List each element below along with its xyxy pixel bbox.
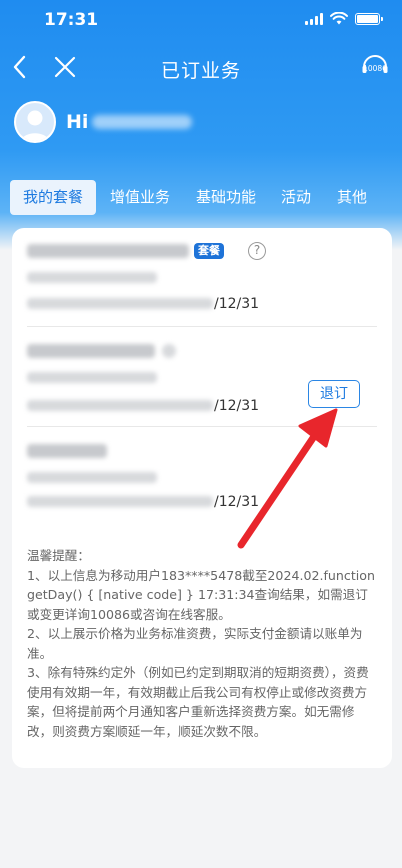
tab-value-added[interactable]: 增值业务: [104, 180, 176, 215]
blurred-detail: [27, 298, 213, 309]
status-time: 17:31: [44, 10, 99, 30]
cellular-signal-icon: [305, 12, 323, 25]
customer-service-10086-icon[interactable]: 10086: [360, 51, 390, 81]
expiry-date: /12/31: [214, 296, 260, 312]
wifi-icon: [330, 12, 348, 25]
blurred-user-name: [92, 115, 193, 129]
blurred-detail: [27, 400, 213, 411]
battery-icon: [355, 12, 383, 25]
expiry-date: /12/31: [214, 398, 260, 414]
unsubscribe-button[interactable]: 退订: [308, 380, 360, 408]
tab-basic-functions[interactable]: 基础功能: [190, 180, 262, 215]
reminder-line: 1、以上信息为移动用户183****5478截至2024.02.function…: [27, 567, 375, 622]
blurred-package-name: [27, 344, 155, 358]
blurred-detail: [27, 496, 213, 507]
blurred-package-name: [27, 444, 107, 458]
category-tabs: 我的套餐 增值业务 基础功能 活动 其他: [10, 180, 392, 216]
expiry-date: /12/31: [214, 494, 260, 510]
status-icons: [305, 12, 383, 25]
reminder-line: 2、以上展示价格为业务标准资费，实际支付金额请以账单为准。: [27, 626, 363, 661]
subscriptions-card: 套餐 ? /12/31 /12/31 退订 /12/31 温馨提醒： 1、以上信…: [12, 228, 392, 768]
tab-my-package[interactable]: 我的套餐: [10, 180, 96, 215]
service-number-label: 10086: [363, 64, 387, 73]
divider: [27, 326, 377, 327]
blurred-help-icon: [162, 344, 176, 358]
page-title: 已订业务: [160, 60, 241, 82]
blurred-package-name: [27, 244, 189, 258]
blurred-detail: [27, 472, 157, 483]
user-info: Hi: [14, 100, 193, 144]
divider: [27, 426, 377, 427]
avatar[interactable]: [14, 101, 56, 143]
tab-activities[interactable]: 活动: [274, 180, 318, 215]
package-badge: 套餐: [194, 243, 224, 259]
tab-other[interactable]: 其他: [332, 180, 372, 215]
status-bar: 17:31: [0, 0, 402, 44]
navigation-bar: 已订业务 10086: [0, 44, 402, 90]
reminder-title: 温馨提醒：: [27, 548, 90, 563]
reminder-line: 3、除有特殊约定外（例如已约定到期取消的短期资费），资费使用有效期一年，有效期截…: [27, 665, 369, 739]
user-greeting: Hi: [66, 111, 89, 133]
blurred-detail: [27, 272, 157, 283]
reminder-notes: 温馨提醒： 1、以上信息为移动用户183****5478截至2024.02.fu…: [27, 546, 377, 741]
help-icon[interactable]: ?: [248, 242, 266, 260]
user-avatar-icon: [20, 110, 50, 141]
blurred-detail: [27, 372, 157, 383]
